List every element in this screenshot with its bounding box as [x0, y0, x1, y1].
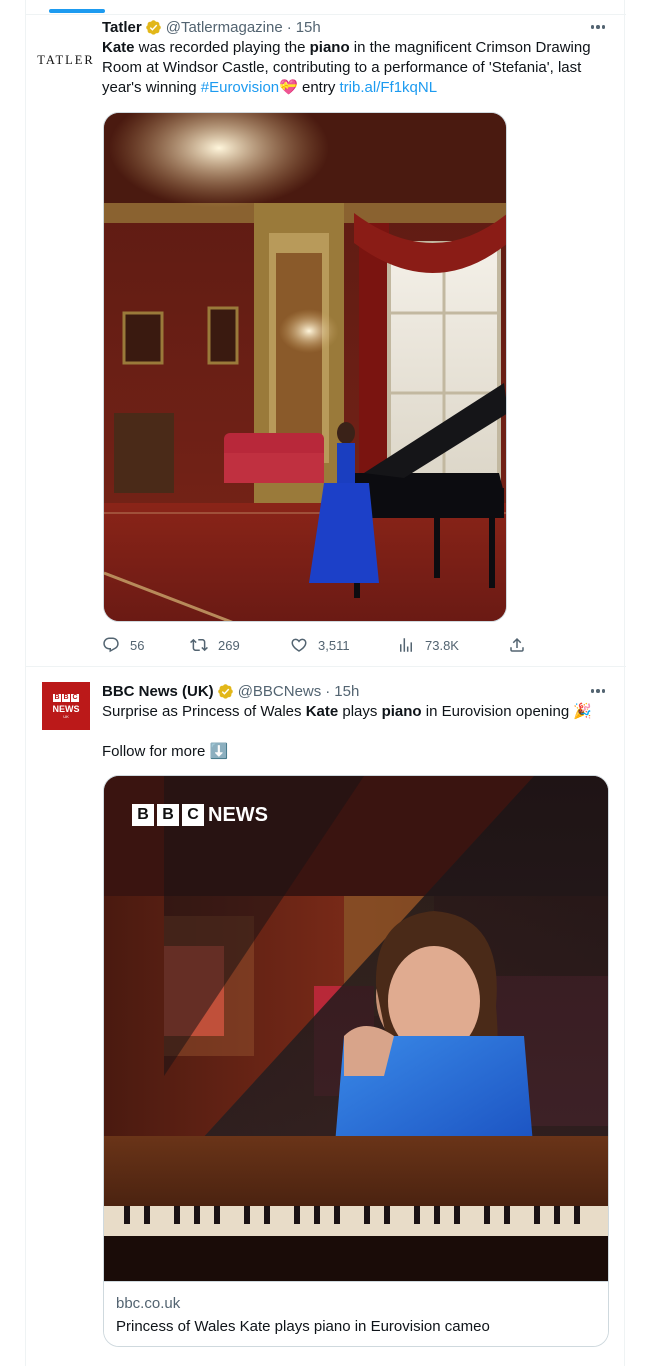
timeline-column: TATLER Tatler @Tatlermagazine · 15h Kate…	[25, 0, 626, 1366]
like-button[interactable]: 3,511	[290, 636, 350, 654]
bold-word: piano	[381, 703, 422, 720]
tweet-text-line2: Follow for more ⬇️	[102, 742, 612, 762]
bbc-logo-block: B	[157, 804, 179, 826]
bbc-logo-block: C	[182, 804, 204, 826]
reply-count: 56	[130, 637, 145, 653]
text-span: Surprise as Princess of Wales	[102, 703, 306, 720]
link-card-footer[interactable]: bbc.co.uk Princess of Wales Kate plays p…	[104, 1281, 608, 1346]
separator	[26, 666, 626, 667]
tweet-actions: 56 269 3,511 73.8K	[102, 636, 532, 656]
bbc-logo-news: NEWS	[208, 804, 268, 826]
url-link[interactable]: trib.al/Ff1kqNL	[340, 79, 438, 96]
hashtag-link[interactable]: #Eurovision	[201, 79, 279, 96]
bbc-block: B	[53, 693, 61, 702]
tweet-header: BBC News (UK) @BBCNews · 15h	[102, 680, 359, 702]
views-icon	[400, 638, 412, 652]
tatler-avatar[interactable]: TATLER	[37, 36, 93, 84]
active-tab-indicator	[49, 9, 105, 13]
reply-button[interactable]: 56	[102, 636, 144, 654]
card-title: Princess of Wales Kate plays piano in Eu…	[116, 1318, 490, 1335]
retweet-button[interactable]: 269	[190, 636, 240, 654]
tweet-bbc[interactable]: B B C NEWS UK BBC News (UK) @BBCNews · 1…	[26, 680, 626, 1366]
author-handle[interactable]: @Tatlermagazine	[166, 19, 283, 36]
dot-separator: ·	[325, 682, 331, 700]
bbc-logo-block: B	[132, 804, 154, 826]
bold-word: Kate	[102, 39, 135, 56]
bold-word: Kate	[305, 703, 339, 720]
author-name[interactable]: BBC News (UK)	[102, 683, 214, 700]
share-button[interactable]	[508, 636, 526, 654]
heart-emoji: 💝	[279, 79, 298, 96]
author-name[interactable]: Tatler	[102, 19, 142, 36]
more-icon[interactable]	[588, 18, 608, 36]
tweet-tatler[interactable]: TATLER Tatler @Tatlermagazine · 15h Kate…	[26, 16, 626, 664]
tweet-text: Kate was recorded playing the piano in t…	[102, 38, 612, 98]
avatar-uk-text: UK	[63, 713, 69, 719]
text-span: Follow for more	[102, 743, 210, 760]
tweet-header: Tatler @Tatlermagazine · 15h	[102, 16, 321, 38]
views-button[interactable]: 73.8K	[397, 636, 459, 654]
card-domain: bbc.co.uk	[116, 1295, 181, 1312]
retweet-icon	[190, 638, 208, 652]
like-icon	[291, 638, 307, 652]
more-icon[interactable]	[588, 682, 608, 700]
party-emoji: 🎉	[573, 703, 593, 720]
avatar-logo-text: TATLER	[37, 52, 95, 67]
view-count: 73.8K	[425, 637, 459, 653]
bbc-block: B	[62, 693, 70, 702]
like-count: 3,511	[318, 637, 350, 653]
text-span: entry	[297, 79, 340, 96]
tweet-text: Surprise as Princess of Wales Kate plays…	[102, 702, 612, 722]
link-card[interactable]: B B C NEWS bbc.co.uk Princess of Wales K…	[103, 775, 609, 1347]
text-span: was recorded playing the	[134, 39, 310, 56]
princess-piano-photo	[104, 776, 608, 1281]
arrow-emoji: ⬇️	[209, 743, 229, 760]
bold-word: piano	[309, 39, 350, 56]
text-span: plays	[338, 703, 382, 720]
reply-icon	[103, 637, 119, 653]
timestamp[interactable]: 15h	[296, 19, 321, 36]
share-icon	[510, 637, 524, 652]
separator	[26, 14, 626, 15]
bbc-block: C	[71, 693, 79, 702]
dot-separator: ·	[286, 18, 292, 36]
bbc-news-logo: B B C NEWS	[132, 804, 268, 826]
tweet-photo[interactable]	[103, 112, 507, 622]
piano-room-photo	[104, 113, 506, 621]
verified-badge-icon	[217, 683, 233, 699]
timestamp[interactable]: 15h	[334, 683, 359, 700]
bbc-avatar[interactable]: B B C NEWS UK	[42, 682, 90, 730]
bbc-blocks: B B C	[53, 693, 79, 702]
verified-badge-icon	[145, 19, 161, 35]
text-span: in Eurovision opening	[421, 703, 574, 720]
retweet-count: 269	[218, 637, 240, 653]
author-handle[interactable]: @BBCNews	[238, 683, 322, 700]
avatar-news-text: NEWS	[52, 703, 80, 714]
